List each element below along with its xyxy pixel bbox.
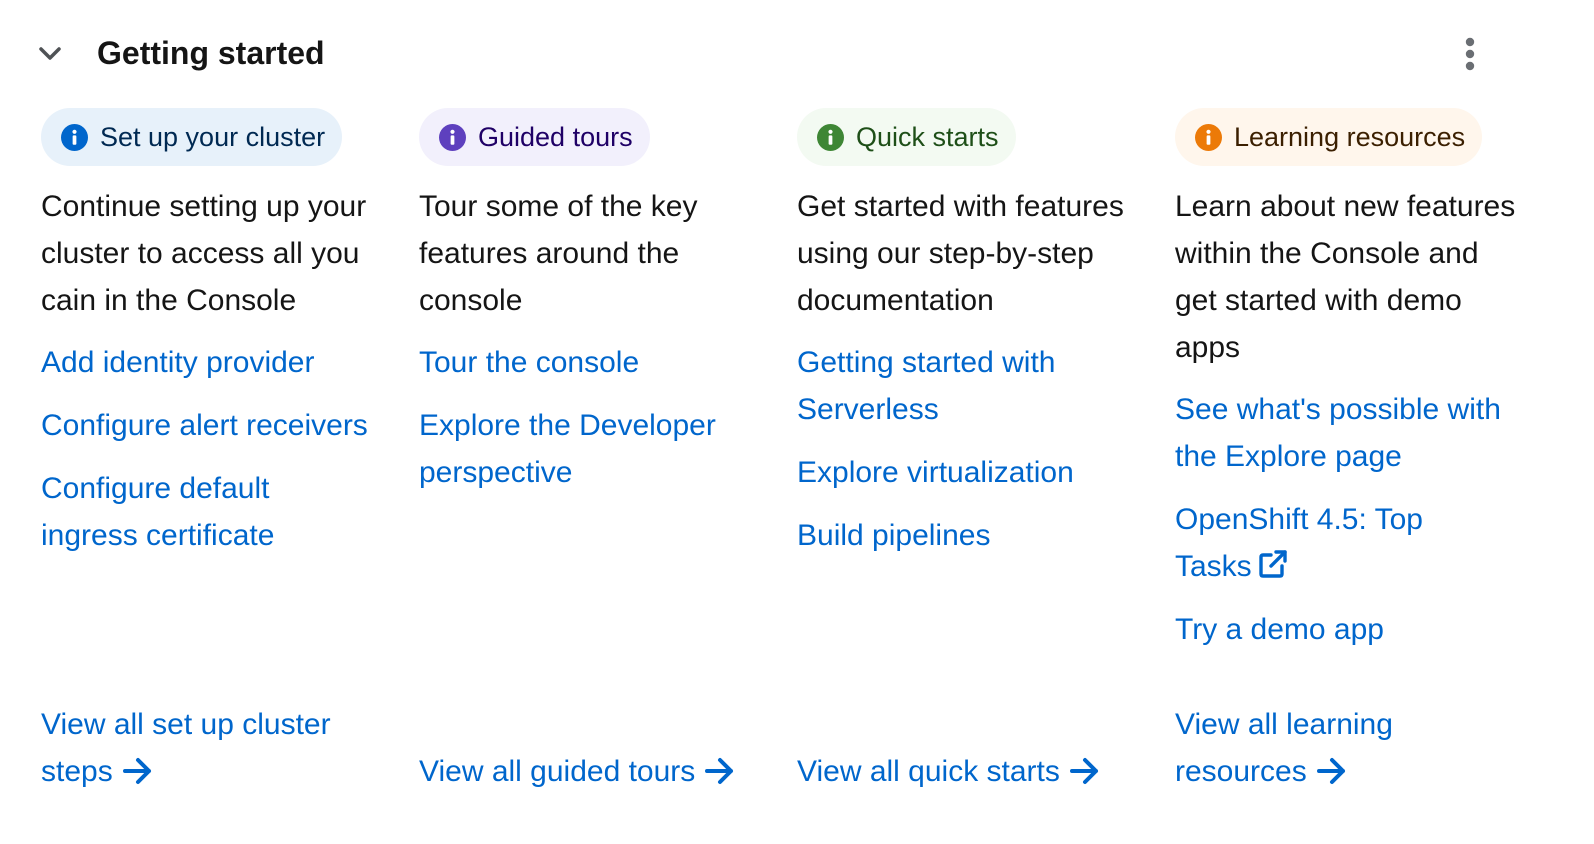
quick-starts-label: Quick starts (797, 108, 1016, 166)
link-list: Tour the console Explore the Developer p… (419, 339, 769, 512)
label-text: Guided tours (478, 122, 633, 152)
arrow-right-icon (705, 758, 734, 784)
chevron-down-icon (39, 47, 61, 60)
view-all-learning-resources-link[interactable]: View all learning resources (1175, 701, 1435, 795)
info-circle-icon (439, 123, 466, 151)
configure-default-ingress-certificate-link[interactable]: Configure default ingress certificate (41, 465, 341, 559)
label-text: Learning resources (1234, 122, 1466, 152)
kebab-icon (1465, 37, 1475, 71)
column-description: Get started with features using our step… (797, 190, 1124, 317)
link-list: Add identity provider Configure alert re… (41, 339, 401, 575)
guided-tours-label: Guided tours (419, 108, 650, 166)
column-description: Continue setting up your cluster to acce… (41, 190, 367, 317)
card-title: Getting started (97, 35, 325, 71)
try-demo-app-link[interactable]: Try a demo app (1175, 606, 1545, 653)
getting-started-card: Getting started Set up your cluster Cont… (0, 0, 1594, 844)
link-list: Getting started with Serverless Explore … (797, 339, 1127, 575)
arrow-right-icon (122, 758, 151, 784)
external-link-icon (1258, 550, 1287, 578)
link-list: See what's possible with the Explore pag… (1175, 386, 1545, 669)
label-text: Quick starts (856, 122, 999, 152)
info-circle-icon (817, 123, 844, 151)
arrow-right-icon (1316, 758, 1345, 784)
view-all-text: View all set up cluster steps (41, 708, 331, 788)
explore-developer-perspective-link[interactable]: Explore the Developer perspective (419, 402, 749, 496)
column-set-up-cluster: Set up your cluster Continue setting up … (41, 108, 401, 808)
add-identity-provider-link[interactable]: Add identity provider (41, 339, 401, 386)
view-all-text: View all learning resources (1175, 708, 1393, 788)
label-text: Set up your cluster (100, 122, 326, 152)
view-all-set-up-cluster-link[interactable]: View all set up cluster steps (41, 701, 371, 795)
info-circle-icon (1195, 123, 1222, 151)
tour-the-console-link[interactable]: Tour the console (419, 339, 769, 386)
learning-resources-label: Learning resources (1175, 108, 1483, 166)
openshift-top-tasks-link[interactable]: OpenShift 4.5: Top Tasks (1175, 496, 1475, 590)
column-quick-starts: Quick starts Get started with features u… (797, 108, 1157, 808)
expand-toggle-button[interactable] (34, 38, 66, 70)
column-learning-resources: Learning resources Learn about new featu… (1175, 108, 1545, 808)
column-guided-tours: Guided tours Tour some of the key featur… (419, 108, 779, 808)
column-description: Tour some of the key features around the… (419, 190, 698, 317)
card-header: Getting started (0, 0, 1594, 105)
info-circle-icon (61, 123, 88, 151)
view-all-quick-starts-link[interactable]: View all quick starts (797, 748, 1100, 795)
explore-virtualization-link[interactable]: Explore virtualization (797, 449, 1127, 496)
explore-page-link[interactable]: See what's possible with the Explore pag… (1175, 386, 1520, 480)
column-description: Learn about new features within the Cons… (1175, 190, 1516, 364)
view-all-text: View all guided tours (419, 755, 696, 788)
actions-menu-button[interactable] (1450, 32, 1490, 76)
build-pipelines-link[interactable]: Build pipelines (797, 512, 1127, 559)
view-all-guided-tours-link[interactable]: View all guided tours (419, 748, 735, 795)
getting-started-serverless-link[interactable]: Getting started with Serverless (797, 339, 1097, 433)
view-all-text: View all quick starts (797, 755, 1060, 788)
arrow-right-icon (1069, 758, 1098, 784)
configure-alert-receivers-link[interactable]: Configure alert receivers (41, 402, 401, 449)
set-up-cluster-label: Set up your cluster (41, 108, 343, 166)
link-text: OpenShift 4.5: Top Tasks (1175, 503, 1423, 583)
